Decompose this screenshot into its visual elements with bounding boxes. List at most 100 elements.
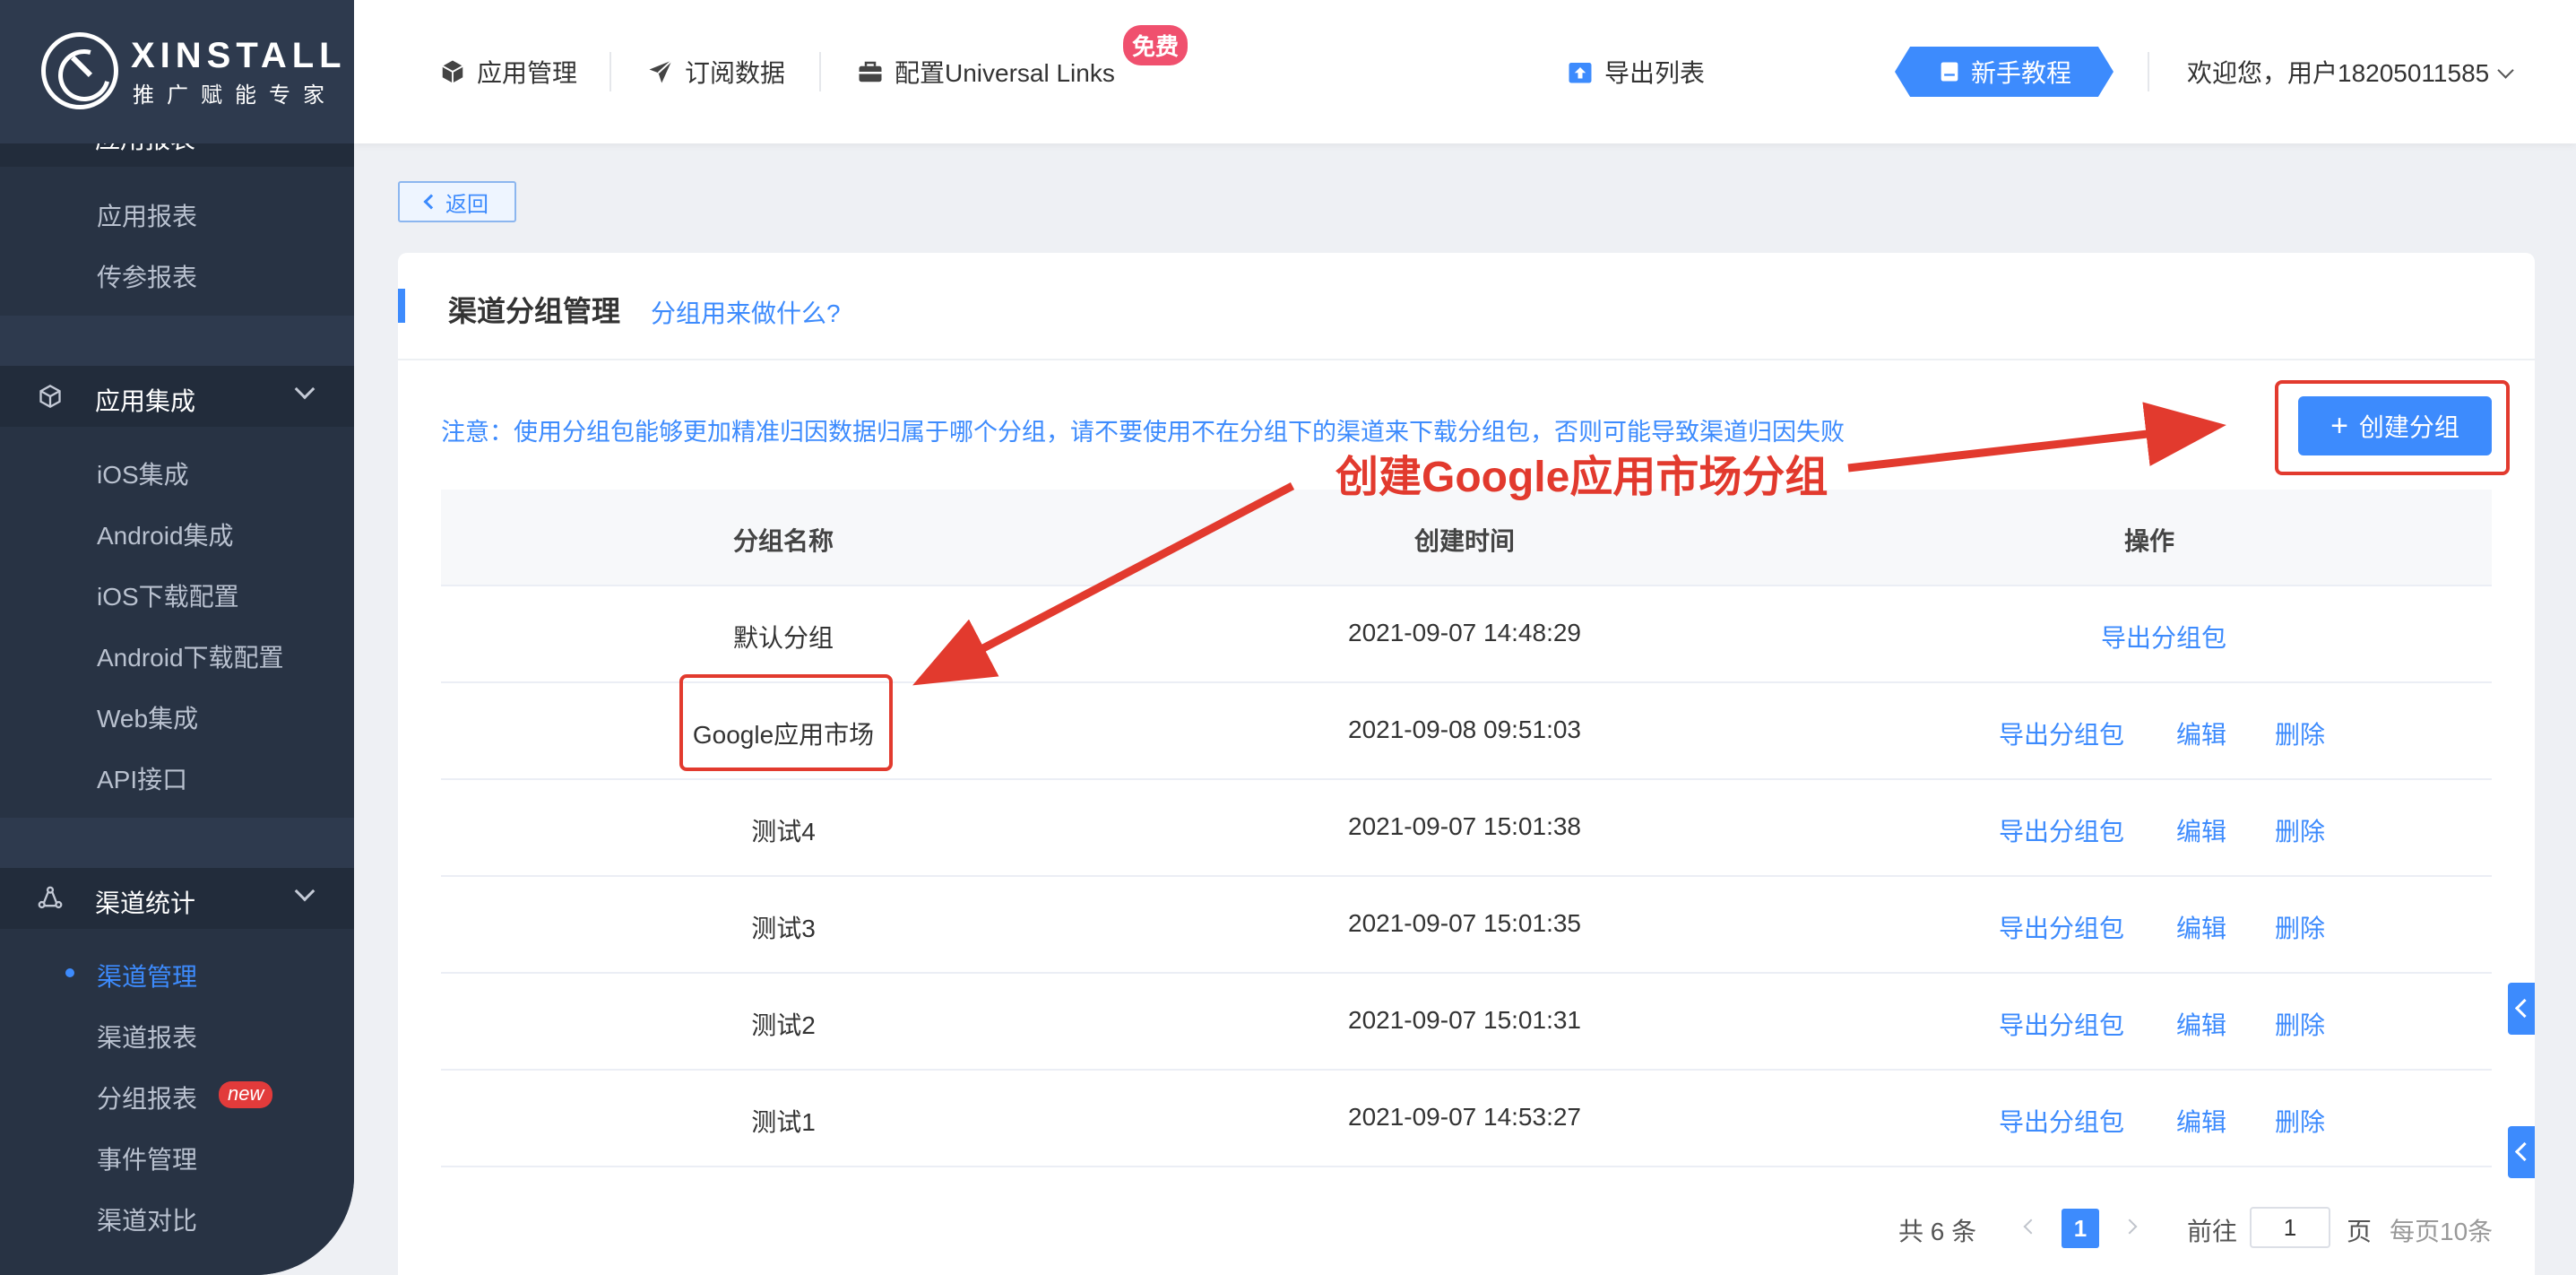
sidebar-item-ios-download-config[interactable]: iOS下载配置: [97, 577, 239, 613]
nav-divider: [609, 52, 611, 91]
group-name: 测试1: [751, 1108, 816, 1136]
sidebar-item-group-report[interactable]: 分组报表: [97, 1080, 197, 1115]
annotation-text: 创建Google应用市场分组: [1336, 454, 1828, 501]
created-time: 2021-09-07 15:01:35: [1348, 909, 1581, 937]
group-name: 测试2: [751, 1011, 816, 1039]
export-group-package-link[interactable]: 导出分组包: [1999, 812, 2124, 848]
brand-subtitle: 推广赋能专家: [133, 83, 337, 108]
chevron-left-icon: [423, 194, 439, 210]
table-row: 默认分组 2021-09-07 14:48:29 导出分组包: [441, 586, 2492, 683]
goto-label: 前往: [2187, 1218, 2238, 1245]
page-1-button[interactable]: 1: [2062, 1209, 2099, 1248]
chevron-down-icon: [294, 378, 316, 400]
free-badge: 免费: [1123, 25, 1189, 65]
nav-universal-links[interactable]: 配置Universal Links: [857, 54, 1115, 90]
sidebar: 应用报表 应用报表 传参报表 应用集成 iOS集成 Android集成 iOS下…: [0, 0, 354, 1275]
group-name: 测试3: [751, 915, 816, 942]
export-group-package-link[interactable]: 导出分组包: [1999, 909, 2124, 945]
sidebar-item-channel-manage[interactable]: 渠道管理: [97, 958, 197, 993]
sidebar-item-api[interactable]: API接口: [97, 760, 187, 796]
delete-link[interactable]: 删除: [2275, 716, 2325, 751]
column-header-created: 创建时间: [1413, 527, 1516, 555]
export-group-package-link[interactable]: 导出分组包: [1999, 1103, 2124, 1139]
paper-plane-icon: [649, 59, 673, 83]
sidebar-item-channel-report[interactable]: 渠道报表: [97, 1019, 197, 1054]
briefcase-icon: [859, 61, 882, 82]
nav-label: 导出列表: [1604, 59, 1706, 87]
sidebar-item-app-report[interactable]: 应用报表: [97, 197, 197, 233]
sidebar-item-param-report[interactable]: 传参报表: [97, 258, 197, 294]
table-row: 测试3 2021-09-07 15:01:35 导出分组包 编辑 删除: [441, 877, 2492, 974]
delete-link[interactable]: 删除: [2275, 909, 2325, 945]
delete-link[interactable]: 删除: [2275, 1006, 2325, 1042]
nav-label: 应用管理: [477, 59, 578, 87]
sidebar-section-label: 应用集成: [95, 387, 196, 415]
logo-icon: [41, 32, 118, 109]
book-icon: [1941, 62, 1958, 82]
user-menu[interactable]: 欢迎您，用户18205011585: [2187, 54, 2514, 90]
sidebar-item-channel-compare[interactable]: 渠道对比: [97, 1201, 197, 1237]
help-link[interactable]: 分组用来做什么?: [651, 294, 841, 330]
edit-link[interactable]: 编辑: [2176, 909, 2226, 945]
group-name: 默认分组: [732, 624, 834, 652]
highlight-create-button: [2275, 380, 2510, 475]
column-header-actions: 操作: [2123, 527, 2175, 555]
side-collapse-tab[interactable]: [2508, 983, 2535, 1035]
table-header: 分组名称 创建时间 操作: [441, 490, 2492, 586]
page-label: 页: [2347, 1218, 2373, 1245]
nav-export-list[interactable]: 导出列表: [1567, 54, 1705, 90]
sidebar-item-ios-integration[interactable]: iOS集成: [97, 455, 189, 491]
column-header-name: 分组名称: [732, 527, 834, 555]
edit-link[interactable]: 编辑: [2176, 1006, 2226, 1042]
sidebar-item-android-integration[interactable]: Android集成: [97, 516, 234, 552]
sidebar-section-label: 渠道统计: [95, 889, 196, 917]
tutorial-label: 新手教程: [1970, 59, 2071, 87]
created-time: 2021-09-07 14:48:29: [1348, 619, 1581, 646]
nav-app-manage[interactable]: 应用管理: [439, 54, 577, 90]
upload-icon: [1569, 63, 1592, 83]
export-group-package-link[interactable]: 导出分组包: [1999, 716, 2124, 751]
cube-icon: [442, 60, 463, 83]
nav-divider: [2148, 52, 2149, 91]
table-row: 测试1 2021-09-07 14:53:27 导出分组包 编辑 删除: [441, 1071, 2492, 1167]
created-time: 2021-09-07 14:53:27: [1348, 1103, 1581, 1131]
back-label: 返回: [445, 192, 488, 217]
pagination-total: 共 6 条: [1898, 1218, 1977, 1245]
export-group-package-link[interactable]: 导出分组包: [2101, 619, 2226, 655]
sidebar-item-event-manage[interactable]: 事件管理: [97, 1141, 197, 1176]
brand-title: XINSTALL: [131, 36, 347, 75]
created-time: 2021-09-07 15:01:31: [1348, 1006, 1581, 1034]
nav-label: 订阅数据: [685, 59, 786, 87]
delete-link[interactable]: 删除: [2275, 1103, 2325, 1139]
logo[interactable]: XINSTALL 推广赋能专家: [0, 0, 354, 143]
sidebar-item-android-download-config[interactable]: Android下载配置: [97, 638, 284, 674]
highlight-google-row: [679, 674, 893, 771]
sidebar-section-channel-stats[interactable]: 渠道统计: [0, 868, 354, 929]
sidebar-item-web-integration[interactable]: Web集成: [97, 699, 198, 735]
edit-link[interactable]: 编辑: [2176, 812, 2226, 848]
page-size: 每页10条: [2390, 1218, 2494, 1245]
tutorial-button[interactable]: 新手教程: [1895, 47, 2114, 97]
page-title: 渠道分组管理: [448, 295, 621, 327]
created-time: 2021-09-08 09:51:03: [1348, 716, 1581, 743]
welcome-text: 欢迎您，用户18205011585: [2187, 59, 2490, 87]
table-row: 测试2 2021-09-07 15:01:31 导出分组包 编辑 删除: [441, 974, 2492, 1071]
created-time: 2021-09-07 15:01:38: [1348, 812, 1581, 840]
nav-label: 配置Universal Links: [895, 59, 1115, 87]
goto-page-input[interactable]: [2250, 1207, 2330, 1248]
edit-link[interactable]: 编辑: [2176, 1103, 2226, 1139]
export-group-package-link[interactable]: 导出分组包: [1999, 1006, 2124, 1042]
nav-divider: [819, 52, 821, 91]
card-divider: [398, 359, 2535, 360]
new-badge: new: [219, 1081, 273, 1108]
nav-subscription-data[interactable]: 订阅数据: [647, 54, 785, 90]
side-collapse-tab[interactable]: [2508, 1126, 2535, 1178]
delete-link[interactable]: 删除: [2275, 812, 2325, 848]
table-row: 测试4 2021-09-07 15:01:38 导出分组包 编辑 删除: [441, 780, 2492, 877]
group-name: 测试4: [751, 818, 816, 846]
active-dot: [65, 968, 74, 977]
back-button[interactable]: 返回: [398, 181, 516, 222]
edit-link[interactable]: 编辑: [2176, 716, 2226, 751]
title-accent-bar: [398, 289, 405, 323]
sidebar-section-integration[interactable]: 应用集成: [0, 366, 354, 427]
